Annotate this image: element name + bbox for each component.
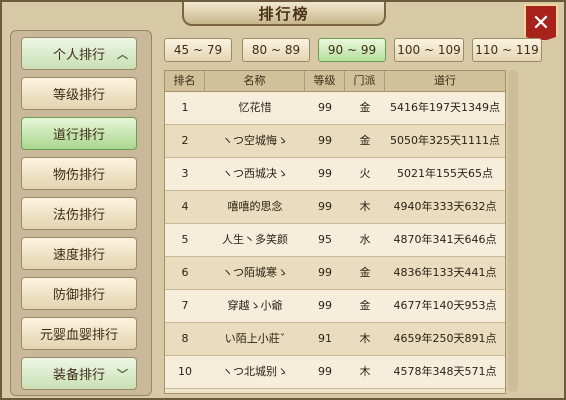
cell-rank: 2 <box>181 134 189 147</box>
cell-name: 忆花惜 <box>238 101 272 114</box>
cell-faction: 火 <box>359 167 371 180</box>
cell-daoxing: 5416年197天1349点 <box>390 101 500 114</box>
cell-faction: 金 <box>359 299 371 312</box>
cell-name: い陌上小莊ˇ <box>224 332 286 345</box>
sidebar-item-label: 物伤排行 <box>52 168 105 183</box>
ranking-window: 排行榜 ✕ 个人排行 ︿ 等级排行 道行排行 物伤排行 法伤排行 速度排行 防御… <box>0 0 566 400</box>
range-tab-80-89[interactable]: 80 ~ 89 <box>242 38 310 62</box>
sidebar-item-magic-damage[interactable]: 法伤排行 <box>21 197 137 230</box>
sidebar-item-label: 速度排行 <box>52 248 105 263</box>
window-title: 排行榜 <box>258 4 310 23</box>
cell-level: 91 <box>318 332 332 345</box>
cell-rank: 7 <box>181 299 189 312</box>
table-row[interactable]: 1 忆花惜 99 金 5416年197天1349点 <box>165 92 505 125</box>
cell-rank: 3 <box>181 167 189 180</box>
sidebar-item-label: 等级排行 <box>52 88 105 103</box>
sidebar-item-level[interactable]: 等级排行 <box>21 77 137 110</box>
range-tab-90-99[interactable]: 90 ~ 99 <box>318 38 386 62</box>
cell-level: 99 <box>318 200 332 213</box>
ranking-category-sidebar: 个人排行 ︿ 等级排行 道行排行 物伤排行 法伤排行 速度排行 防御排行 元婴血… <box>10 30 152 396</box>
cell-level: 99 <box>318 299 332 312</box>
table-row[interactable]: 7 穿越ゝ小爺 99 金 4677年140天953点 <box>165 290 505 323</box>
table-row[interactable]: 6 ヽつ陌城寒ゝ 99 金 4836年133天441点 <box>165 257 505 290</box>
sidebar-item-label: 个人排行 <box>52 48 105 63</box>
cell-faction: 木 <box>359 365 371 378</box>
sidebar-item-yuanying[interactable]: 元婴血婴排行 <box>21 317 137 350</box>
cell-level: 99 <box>318 134 332 147</box>
cell-daoxing: 5021年155天65点 <box>397 167 493 180</box>
sidebar-item-label: 元婴血婴排行 <box>39 328 118 343</box>
sidebar-item-defense[interactable]: 防御排行 <box>21 277 137 310</box>
cell-level: 99 <box>318 266 332 279</box>
range-tab-100-109[interactable]: 100 ~ 109 <box>394 38 464 62</box>
header-rank: 排名 <box>165 71 205 91</box>
table-row[interactable]: 10 ヽつ北城别ゝ 99 木 4578年348天571点 <box>165 356 505 389</box>
cell-daoxing: 4659年250天891点 <box>393 332 497 345</box>
cell-name: ヽつ西城决ゝ <box>222 167 288 180</box>
table-row[interactable]: 4 嘻嘻的思念 99 木 4940年333天632点 <box>165 191 505 224</box>
sidebar-category-equipment[interactable]: 装备排行 ﹀ <box>21 357 137 390</box>
header-faction: 门派 <box>345 71 385 91</box>
cell-rank: 4 <box>181 200 189 213</box>
header-daoxing: 道行 <box>434 74 456 87</box>
sidebar-item-label: 装备排行 <box>52 368 105 383</box>
cell-faction: 木 <box>359 200 371 213</box>
cell-daoxing: 5050年325天1111点 <box>390 134 500 147</box>
cell-daoxing: 4578年348天571点 <box>393 365 497 378</box>
cell-name: ヽつ空城悔ゝ <box>222 134 288 147</box>
range-tab-45-79[interactable]: 45 ~ 79 <box>164 38 232 62</box>
sidebar-item-label: 法伤排行 <box>52 208 105 223</box>
table-row[interactable]: 5 人生丶多笑颜 95 水 4870年341天646点 <box>165 224 505 257</box>
table-row[interactable]: 3 ヽつ西城决ゝ 99 火 5021年155天65点 <box>165 158 505 191</box>
table-header: 排名 名称 等级 门派 道行 <box>165 71 505 92</box>
cell-level: 99 <box>318 365 332 378</box>
cell-daoxing: 4836年133天441点 <box>393 266 497 279</box>
sidebar-item-daoxing[interactable]: 道行排行 <box>21 117 137 150</box>
cell-name: ヽつ陌城寒ゝ <box>222 266 288 279</box>
cell-rank: 10 <box>178 365 192 378</box>
ranking-main-panel: 45 ~ 79 80 ~ 89 90 ~ 99 100 ~ 109 110 ~ … <box>160 30 560 394</box>
cell-daoxing: 4870年341天646点 <box>393 233 497 246</box>
title-plate: 排行榜 <box>182 2 386 26</box>
table-scrollbar[interactable] <box>508 70 518 392</box>
cell-rank: 6 <box>181 266 189 279</box>
cell-faction: 木 <box>359 332 371 345</box>
cell-level: 95 <box>318 233 332 246</box>
cell-daoxing: 4940年333天632点 <box>393 200 497 213</box>
cell-faction: 水 <box>359 233 371 246</box>
cell-faction: 金 <box>359 101 371 114</box>
cell-rank: 1 <box>181 101 189 114</box>
table-row[interactable]: 2 ヽつ空城悔ゝ 99 金 5050年325天1111点 <box>165 125 505 158</box>
header-level: 等级 <box>305 71 345 91</box>
ranking-table: 排名 名称 等级 门派 道行 1 忆花惜 99 金 5416年197天1349点 2 ヽつ空… <box>164 70 506 394</box>
cell-name: 穿越ゝ小爺 <box>227 299 283 312</box>
chevron-down-icon: ﹀ <box>117 367 128 381</box>
sidebar-item-label: 防御排行 <box>52 288 105 303</box>
range-tab-110-119[interactable]: 110 ~ 119 <box>472 38 542 62</box>
cell-rank: 8 <box>181 332 189 345</box>
cell-name: 嘻嘻的思念 <box>227 200 283 213</box>
cell-faction: 金 <box>359 266 371 279</box>
cell-level: 99 <box>318 101 332 114</box>
chevron-up-icon: ︿ <box>117 47 128 61</box>
header-name: 名称 <box>205 71 305 91</box>
cell-level: 99 <box>318 167 332 180</box>
sidebar-item-label: 道行排行 <box>52 128 105 143</box>
cell-faction: 金 <box>359 134 371 147</box>
cell-name: 人生丶多笑颜 <box>222 233 288 246</box>
sidebar-item-speed[interactable]: 速度排行 <box>21 237 137 270</box>
cell-rank: 5 <box>181 233 189 246</box>
table-row[interactable]: 8 い陌上小莊ˇ 91 木 4659年250天891点 <box>165 323 505 356</box>
sidebar-category-personal[interactable]: 个人排行 ︿ <box>21 37 137 70</box>
cell-name: ヽつ北城别ゝ <box>222 365 288 378</box>
cell-daoxing: 4677年140天953点 <box>393 299 497 312</box>
sidebar-item-physical-damage[interactable]: 物伤排行 <box>21 157 137 190</box>
